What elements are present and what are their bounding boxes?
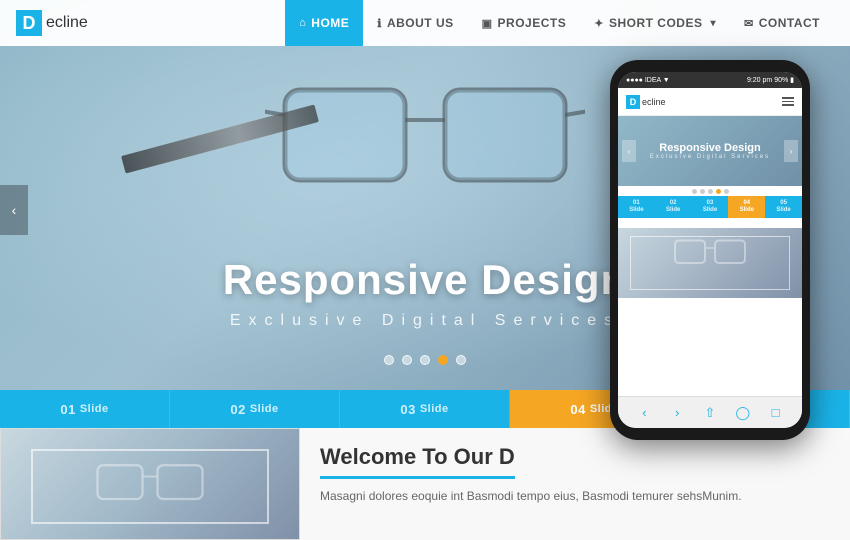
phone-hero: Responsive Design Exclusive Digital Serv…: [618, 116, 802, 186]
nav-menu: ⌂ HOME ℹ ABOUT US ▣ PROJECTS ✦ SHORT COD…: [285, 0, 834, 46]
slide-tab-2-num: 02: [230, 402, 245, 417]
slide-tab-2-label: Slide: [250, 403, 279, 415]
dot-3[interactable]: [420, 355, 430, 365]
dot-2[interactable]: [402, 355, 412, 365]
slide-tab-3-label: Slide: [420, 403, 449, 415]
phone-bottom-image: [618, 228, 802, 298]
phone-tabs-icon[interactable]: □: [767, 404, 785, 422]
welcome-title: Welcome To Our D: [320, 444, 515, 479]
slide-tab-1[interactable]: 01 Slide: [0, 390, 170, 428]
phone-bookmark-icon[interactable]: ◯: [734, 404, 752, 422]
nav-home-label: HOME: [311, 16, 349, 30]
phone-back-icon[interactable]: ‹: [635, 404, 653, 422]
dot-5[interactable]: [456, 355, 466, 365]
slide-tab-3-num: 03: [400, 402, 415, 417]
hamburger-line-1: [782, 97, 794, 99]
phone-dot-4[interactable]: [716, 189, 721, 194]
slide-tab-3[interactable]: 03 Slide: [340, 390, 510, 428]
home-icon: ⌂: [299, 17, 306, 29]
nav-projects-label: PROJECTS: [498, 16, 567, 30]
phone-dots: [618, 189, 802, 194]
phone-hero-sub: Exclusive Digital Services: [650, 154, 770, 160]
phone-navbar: D ecline: [618, 88, 802, 116]
phone-screen: ●●●● IDEA ▼ 9:20 pm 90% ▮ D ecline Respo…: [618, 72, 802, 428]
nav-item-projects[interactable]: ▣ PROJECTS: [468, 0, 581, 46]
slide-tab-1-label: Slide: [80, 403, 109, 415]
nav-contact-label: CONTACT: [759, 16, 820, 30]
nav-about-label: ABOUT US: [387, 16, 454, 30]
phone-status-left: ●●●● IDEA ▼: [626, 77, 670, 84]
phone-next-arrow[interactable]: ›: [784, 140, 798, 162]
phone-dot-2[interactable]: [700, 189, 705, 194]
nav-item-shortcodes[interactable]: ✦ SHORT CODES: [580, 0, 730, 46]
hamburger-line-3: [782, 104, 794, 106]
phone-logo-d: D: [626, 95, 640, 109]
phone-dot-5[interactable]: [724, 189, 729, 194]
dot-4[interactable]: [438, 355, 448, 365]
phone-dot-3[interactable]: [708, 189, 713, 194]
welcome-text: Masagni dolores eoquie int Basmodi tempo…: [320, 487, 830, 506]
phone-prev-arrow[interactable]: ‹: [622, 140, 636, 162]
glasses-decoration: [265, 60, 585, 220]
hamburger-line-2: [782, 101, 794, 103]
nav-shortcodes-label: SHORT CODES: [609, 16, 703, 30]
phone-status-bar: ●●●● IDEA ▼ 9:20 pm 90% ▮: [618, 72, 802, 88]
codes-icon: ✦: [594, 17, 604, 30]
logo-letter: D: [16, 10, 42, 36]
bottom-image-inner: [1, 429, 299, 539]
bottom-text-area: Welcome To Our D Masagni dolores eoquie …: [300, 428, 850, 540]
nav-item-home[interactable]: ⌂ HOME: [285, 0, 363, 46]
phone-logo-name: ecline: [642, 97, 666, 107]
phone-tab-5[interactable]: 05Slide: [765, 196, 802, 218]
logo-name: ecline: [46, 14, 88, 32]
phone-tab-1[interactable]: 01Slide: [618, 196, 655, 218]
slide-tab-1-num: 01: [60, 402, 75, 417]
phone-dot-1[interactable]: [692, 189, 697, 194]
phone-tabs: 01Slide 02Slide 03Slide 04Slide 05Slide: [618, 196, 802, 218]
info-icon: ℹ: [377, 17, 382, 30]
image-glasses: [90, 454, 210, 514]
bottom-image: [0, 428, 300, 540]
logo[interactable]: D ecline: [16, 10, 88, 36]
bottom-section: Welcome To Our D Masagni dolores eoquie …: [0, 428, 850, 540]
phone-image-glasses: [670, 228, 750, 278]
phone-share-icon[interactable]: ⇧: [701, 404, 719, 422]
phone-tab-4[interactable]: 04Slide: [728, 196, 765, 218]
phone-tab-2[interactable]: 02Slide: [655, 196, 692, 218]
grid-icon: ▣: [482, 17, 493, 30]
phone-tab-3[interactable]: 03Slide: [692, 196, 729, 218]
slide-tab-4-num: 04: [570, 402, 585, 417]
phone-outer: ●●●● IDEA ▼ 9:20 pm 90% ▮ D ecline Respo…: [610, 60, 810, 440]
phone-home-bar: ‹ › ⇧ ◯ □: [618, 396, 802, 428]
slide-tab-2[interactable]: 02 Slide: [170, 390, 340, 428]
phone-hero-title: Responsive Design: [659, 142, 760, 154]
hero-prev-arrow[interactable]: ‹: [0, 185, 28, 235]
phone-hamburger-menu[interactable]: [782, 97, 794, 106]
phone-mockup: ●●●● IDEA ▼ 9:20 pm 90% ▮ D ecline Respo…: [610, 60, 810, 440]
mail-icon: ✉: [744, 17, 754, 30]
navbar: D ecline ⌂ HOME ℹ ABOUT US ▣ PROJECTS ✦ …: [0, 0, 850, 46]
phone-forward-icon[interactable]: ›: [668, 404, 686, 422]
dot-1[interactable]: [384, 355, 394, 365]
phone-status-right: 9:20 pm 90% ▮: [747, 76, 794, 84]
nav-item-about[interactable]: ℹ ABOUT US: [363, 0, 467, 46]
nav-item-contact[interactable]: ✉ CONTACT: [730, 0, 834, 46]
